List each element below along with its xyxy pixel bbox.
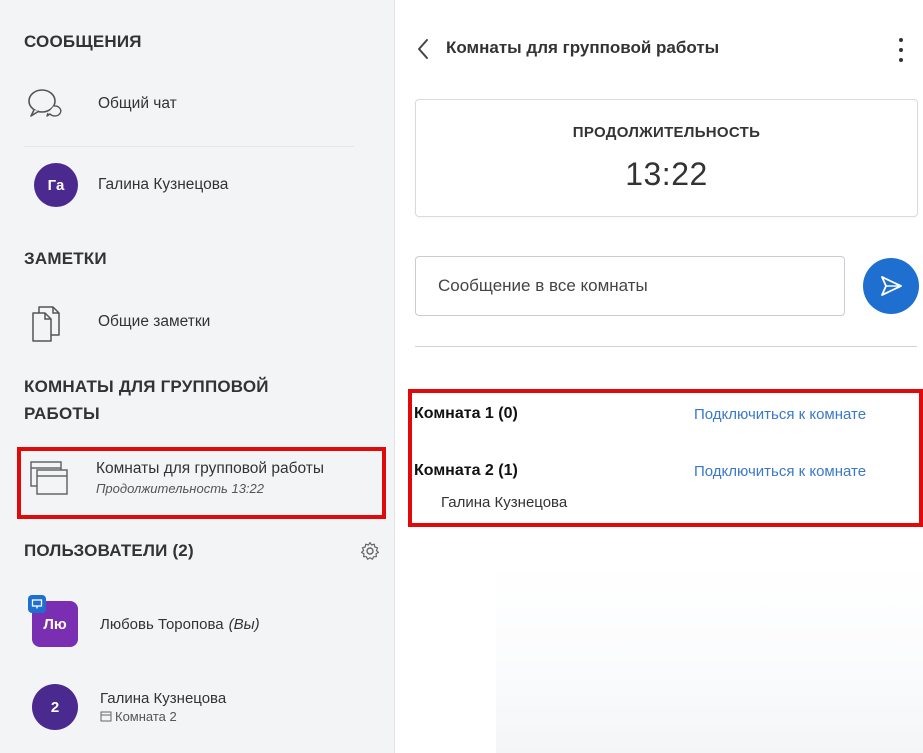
presenter-icon xyxy=(28,595,46,613)
duration-value: 13:22 xyxy=(625,156,708,192)
background-fade xyxy=(496,560,923,753)
user-list-item[interactable]: Лю Любовь Торопова (Вы) xyxy=(28,595,387,647)
panel-title: Комнаты для групповой работы xyxy=(446,38,720,57)
send-icon xyxy=(881,276,902,296)
sidebar-item-shared-notes[interactable]: Общие заметки xyxy=(22,300,377,344)
chat-icon xyxy=(22,82,68,126)
room-icon xyxy=(100,711,112,722)
breakout-rooms-panel: Комнаты для групповой работы ПРОДОЛЖИТЕЛ… xyxy=(396,0,923,753)
sidebar: СООБЩЕНИЯ Общий чат Га Галина Кузнецова … xyxy=(0,0,395,753)
public-chat-label: Общий чат xyxy=(98,95,177,112)
chevron-left-icon[interactable] xyxy=(414,36,432,62)
duration-label: ПРОДОЛЖИТЕЛЬНОСТЬ xyxy=(572,124,761,141)
sidebar-item-private-chat[interactable]: Га Галина Кузнецова xyxy=(22,163,377,207)
document-icon xyxy=(22,300,68,344)
avatar: Га xyxy=(34,163,78,207)
user-list-item[interactable]: 2 Галина Кузнецова Комната 2 xyxy=(32,684,387,730)
shared-notes-label: Общие заметки xyxy=(98,313,211,330)
user-you-suffix: (Вы) xyxy=(228,615,260,633)
highlight-box-sidebar xyxy=(17,447,386,519)
breakout-section-title-line1: КОМНАТЫ ДЛЯ ГРУППОВОЙ xyxy=(24,377,269,396)
messages-section-title: СООБЩЕНИЯ xyxy=(24,32,142,51)
user-room-label: Комната 2 xyxy=(115,709,177,724)
sidebar-item-public-chat[interactable]: Общий чат xyxy=(22,82,377,126)
duration-card: ПРОДОЛЖИТЕЛЬНОСТЬ 13:22 xyxy=(415,99,918,217)
user-room-indicator: Комната 2 xyxy=(100,709,226,724)
gear-icon[interactable] xyxy=(360,541,380,561)
notes-section-title: ЗАМЕТКИ xyxy=(24,249,107,268)
message-all-rooms-input[interactable] xyxy=(415,256,845,316)
send-button[interactable] xyxy=(863,258,919,314)
user-avatar-wrapper: Лю xyxy=(28,595,78,647)
divider xyxy=(24,146,354,147)
user-name: Галина Кузнецова xyxy=(100,690,227,707)
highlight-box-rooms xyxy=(408,389,923,527)
private-chat-label: Галина Кузнецова xyxy=(98,176,229,193)
breakout-section-title-line2: РАБОТЫ xyxy=(24,404,100,423)
user-name: Любовь Торопова xyxy=(100,615,224,633)
divider xyxy=(415,346,917,347)
more-options-icon[interactable] xyxy=(896,36,906,64)
avatar: 2 xyxy=(32,684,78,730)
users-section-title: ПОЛЬЗОВАТЕЛИ (2) xyxy=(24,541,194,560)
